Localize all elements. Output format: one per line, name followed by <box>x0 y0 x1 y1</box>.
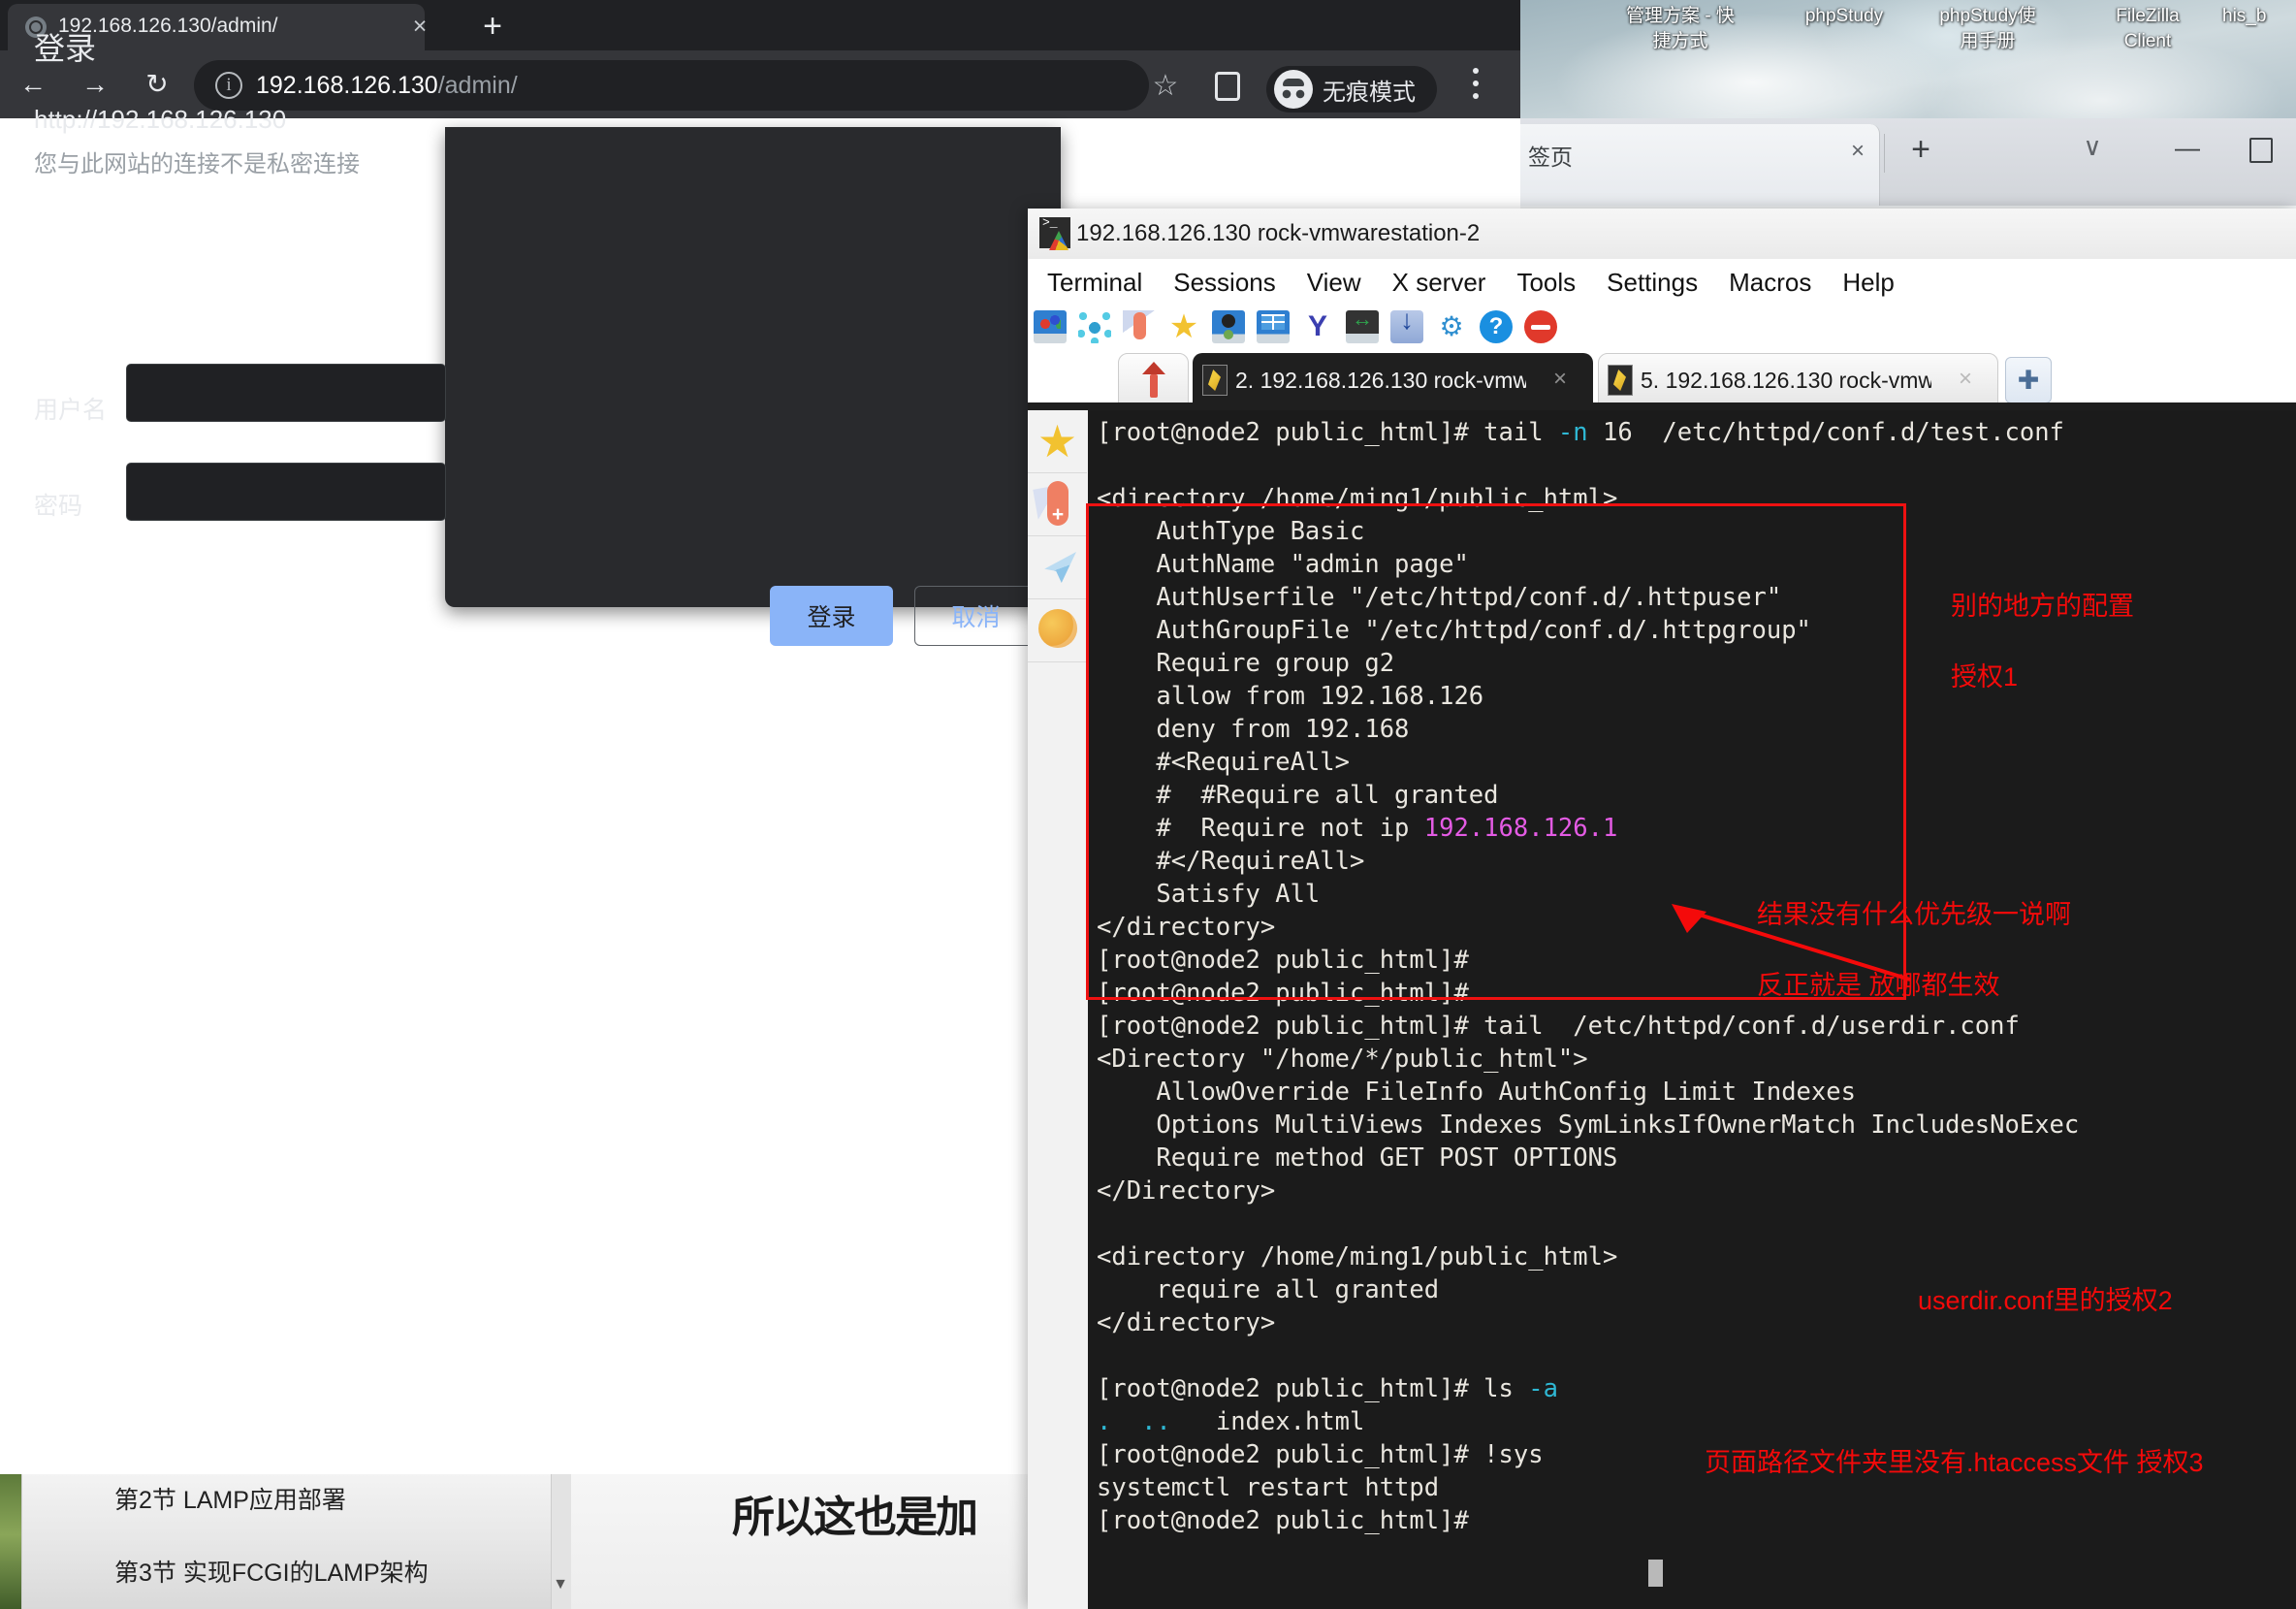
url-host: 192.168.126.130 <box>256 72 438 99</box>
menu-item-view[interactable]: View <box>1292 264 1377 301</box>
settings-gears-icon[interactable]: ⚙ <box>1435 310 1468 343</box>
divider <box>1884 134 1885 173</box>
servers-network-icon[interactable] <box>1078 310 1111 343</box>
desktop-icon-label-1[interactable]: phpStudy <box>1776 4 1912 29</box>
mobaxterm-tab-1-label: 2. 192.168.126.130 rock-vmwarestatio <box>1235 365 1526 396</box>
site-info-icon[interactable]: i <box>215 72 242 99</box>
desktop-strip <box>0 1474 21 1609</box>
menu-item-xserver[interactable]: X server <box>1377 264 1502 301</box>
address-bar-url: 192.168.126.130/admin/ <box>256 69 518 102</box>
username-input[interactable] <box>126 364 446 422</box>
bookmark-star-icon[interactable]: ☆ <box>1149 70 1182 103</box>
favorites-star-icon[interactable]: ★ <box>1028 410 1087 473</box>
course-list-item[interactable]: 第2节 LAMP应用部署 <box>114 1484 346 1517</box>
reload-icon[interactable]: ↻ <box>136 63 178 106</box>
mobaxterm-window-title: 192.168.126.130 rock-vmwarestation-2 <box>1076 219 1480 248</box>
globe-icon[interactable] <box>1028 599 1087 662</box>
mobaxterm-sidebar: ★ <box>1028 410 1089 1609</box>
terminal-cursor <box>1648 1560 1663 1587</box>
close-icon[interactable]: × <box>405 12 434 41</box>
kebab-menu-icon[interactable] <box>1470 68 1482 111</box>
home-icon <box>1142 362 1165 399</box>
menu-item-tools[interactable]: Tools <box>1501 264 1591 301</box>
multiexec-fork-icon[interactable]: Y <box>1301 310 1334 343</box>
http-auth-login-dialog <box>445 127 1061 607</box>
favorites-star-icon[interactable]: ★ <box>1167 310 1200 343</box>
mobaxterm-tab-2-label: 5. 192.168.126.130 rock-vmwarestatio <box>1641 365 1931 396</box>
menu-item-settings[interactable]: Settings <box>1591 264 1713 301</box>
username-label: 用户名 <box>34 394 107 427</box>
incognito-avatar-icon <box>1274 70 1313 109</box>
menu-item-help[interactable]: Help <box>1827 264 1909 301</box>
chrome-tab-title: 192.168.126.130/admin/ <box>58 13 339 40</box>
minimize-button[interactable]: — <box>2170 136 2205 165</box>
exit-icon[interactable] <box>1524 310 1557 343</box>
close-icon[interactable]: × <box>1546 363 1575 396</box>
close-icon[interactable]: × <box>1951 363 1980 396</box>
course-list-item[interactable]: 第3节 实现FCGI的LAMP架构 <box>114 1557 429 1590</box>
tools-knife-icon[interactable] <box>1028 473 1087 536</box>
user-sessions-icon[interactable] <box>1212 310 1245 343</box>
desktop-icon-label-2[interactable]: phpStudy使 用手册 <box>1920 4 2056 54</box>
desktop-icon-label-0[interactable]: 管理方案 - 快 捷方式 <box>1608 4 1753 54</box>
split-view-icon[interactable] <box>1257 310 1290 343</box>
annotation-arrow <box>1668 902 1920 989</box>
new-tab-button[interactable]: + <box>1903 132 1938 167</box>
menu-item-terminal[interactable]: Terminal <box>1032 264 1158 301</box>
packages-download-icon[interactable] <box>1390 310 1423 343</box>
mobaxterm-app-icon <box>1039 217 1070 248</box>
desktop-icon-label-3[interactable]: FileZilla Client <box>2085 4 2211 54</box>
annotation-userdir-auth-2: userdir.conf里的授权2 <box>1918 1283 2173 1318</box>
menu-item-macros[interactable]: Macros <box>1713 264 1827 301</box>
tools-knife-icon[interactable] <box>1123 310 1156 343</box>
incognito-label: 无痕模式 <box>1323 73 1416 107</box>
incognito-indicator[interactable]: 无痕模式 <box>1266 66 1437 113</box>
tab-strip-underline <box>1028 402 2296 410</box>
annotation-other-place-config: 别的地方的配置 <box>1951 589 2134 624</box>
secondary-browser-tab[interactable] <box>1520 124 1880 206</box>
ssh-key-icon <box>1202 365 1228 396</box>
password-label: 密码 <box>34 490 82 523</box>
close-icon[interactable]: × <box>1842 136 1873 167</box>
tunneling-icon[interactable] <box>1346 310 1379 343</box>
back-icon[interactable]: ← <box>12 63 54 106</box>
annotation-auth-1: 授权1 <box>1951 660 2018 694</box>
login-submit-button[interactable]: 登录 <box>770 586 893 646</box>
chevron-down-icon[interactable]: ∨ <box>2075 132 2110 161</box>
login-dialog-title: 登录 <box>34 29 96 68</box>
desktop-icon-label-4[interactable]: his_b <box>2222 4 2296 29</box>
mobaxterm-toolbar-icons: ★ Y ⚙ ? <box>1034 310 1557 343</box>
ssh-key-icon <box>1608 365 1633 396</box>
course-headline: 所以这也是加 <box>732 1491 976 1545</box>
send-plane-icon[interactable] <box>1028 536 1087 599</box>
help-icon[interactable]: ? <box>1480 310 1513 343</box>
url-path: /admin/ <box>438 72 518 99</box>
session-monitor-icon[interactable] <box>1034 310 1067 343</box>
secondary-browser-tab-title: 签页 <box>1528 142 1573 173</box>
login-dialog-subtitle: 您与此网站的连接不是私密连接 <box>34 148 360 181</box>
chevron-down-icon[interactable]: ▼ <box>553 1577 568 1593</box>
login-dialog-origin: http://192.168.126.130 <box>34 102 286 137</box>
new-tab-button[interactable]: + <box>475 10 510 45</box>
annotation-no-htaccess-auth-3: 页面路径文件夹里没有.htaccess文件 授权3 <box>1705 1445 2204 1480</box>
password-input[interactable] <box>126 463 446 521</box>
mobaxterm-menu-list: Terminal Sessions View X server Tools Se… <box>1032 264 1910 301</box>
add-tab-button[interactable]: ✚ <box>2005 357 2052 403</box>
side-panel-icon[interactable] <box>1215 72 1240 101</box>
maximize-button[interactable] <box>2249 138 2273 163</box>
forward-icon[interactable]: → <box>74 63 116 106</box>
menu-item-sessions[interactable]: Sessions <box>1158 264 1292 301</box>
login-cancel-button[interactable]: 取消 <box>914 586 1037 646</box>
